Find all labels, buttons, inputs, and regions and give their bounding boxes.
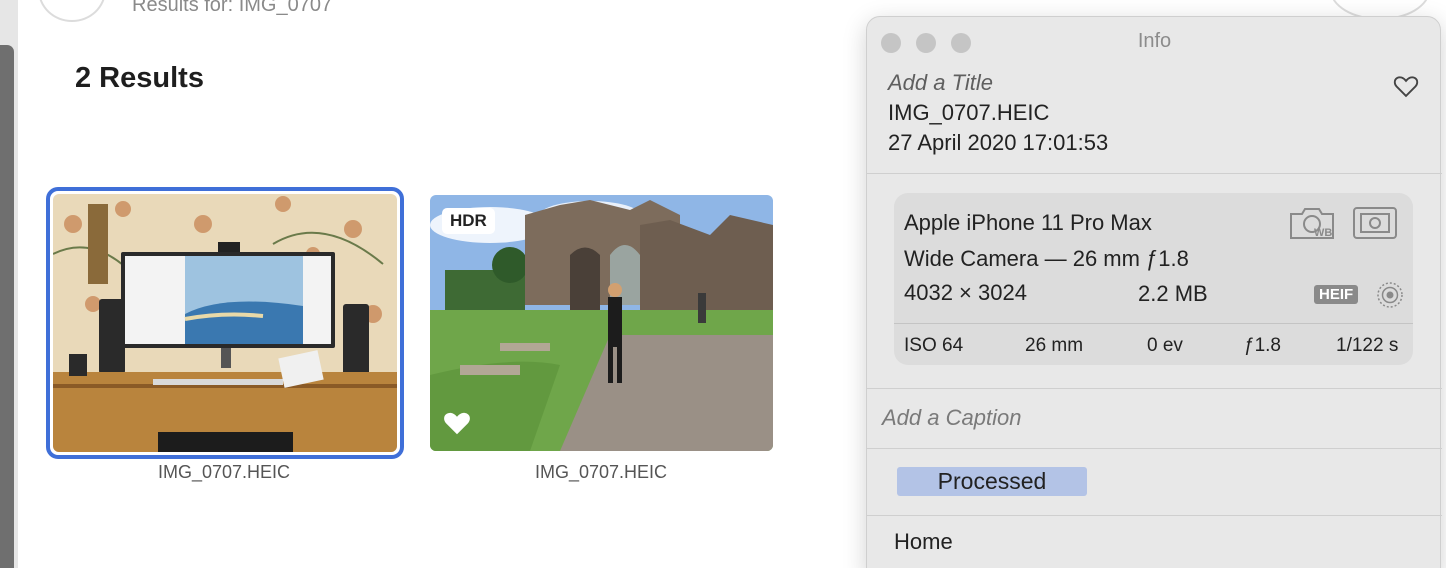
exif-iso: ISO 64 bbox=[904, 335, 964, 356]
live-photo-icon bbox=[1377, 282, 1403, 308]
thumbnail-filename: IMG_0707.HEIC bbox=[157, 462, 291, 482]
info-date-time: 27 April 2020 17:01:53 bbox=[888, 130, 1109, 155]
favorite-heart-icon bbox=[444, 412, 470, 435]
image-resolution: 4032 × 3024 bbox=[904, 280, 1027, 305]
camera-model: Apple iPhone 11 Pro Max bbox=[904, 210, 1152, 235]
svg-text:WB: WB bbox=[1314, 227, 1332, 239]
hdr-badge: HDR bbox=[442, 208, 495, 234]
exif-shutter-speed: 1/122 s bbox=[1336, 335, 1399, 356]
album-item[interactable]: Home bbox=[894, 529, 953, 555]
desk-photo-image bbox=[53, 194, 397, 452]
thumbnail-filename: IMG_0707.HEIC bbox=[534, 462, 668, 482]
white-balance-icon: WB bbox=[1290, 208, 1334, 239]
divider bbox=[867, 388, 1442, 389]
sidebar-scrollbar[interactable] bbox=[0, 45, 14, 568]
exif-focal-length: 26 mm bbox=[1025, 335, 1084, 356]
caption-field[interactable]: Add a Caption bbox=[882, 405, 1021, 431]
title-field[interactable]: Add a Title bbox=[888, 70, 993, 96]
photo-thumbnail-desk[interactable] bbox=[53, 194, 397, 452]
camera-info-card: Apple iPhone 11 Pro Max Wide Camera — 26… bbox=[894, 193, 1413, 365]
info-panel: Info Add a Title IMG_0707.HEIC 27 April … bbox=[866, 16, 1442, 568]
metering-icon bbox=[1353, 207, 1397, 239]
divider bbox=[867, 515, 1442, 516]
heart-icon[interactable] bbox=[1391, 72, 1421, 100]
divider bbox=[867, 448, 1442, 449]
search-results-title: Results for: IMG_0707 bbox=[132, 0, 333, 16]
file-size: 2.2 MB bbox=[1138, 281, 1208, 306]
info-window-title: Info bbox=[1137, 30, 1172, 52]
divider bbox=[894, 323, 1413, 324]
exif-aperture: ƒ1.8 bbox=[1244, 335, 1281, 356]
exif-exposure-bias: 0 ev bbox=[1147, 335, 1183, 356]
camera-lens: Wide Camera — 26 mm ƒ1.8 bbox=[904, 246, 1189, 271]
keyword-token[interactable]: Processed bbox=[897, 467, 1087, 496]
photos-window: Results for: IMG_0707 2 Results IMG_0707… bbox=[0, 0, 1446, 568]
format-badge: HEIF bbox=[1314, 285, 1359, 304]
divider bbox=[867, 173, 1442, 174]
results-count: 2 Results bbox=[75, 62, 204, 94]
info-filename: IMG_0707.HEIC bbox=[888, 100, 1050, 125]
